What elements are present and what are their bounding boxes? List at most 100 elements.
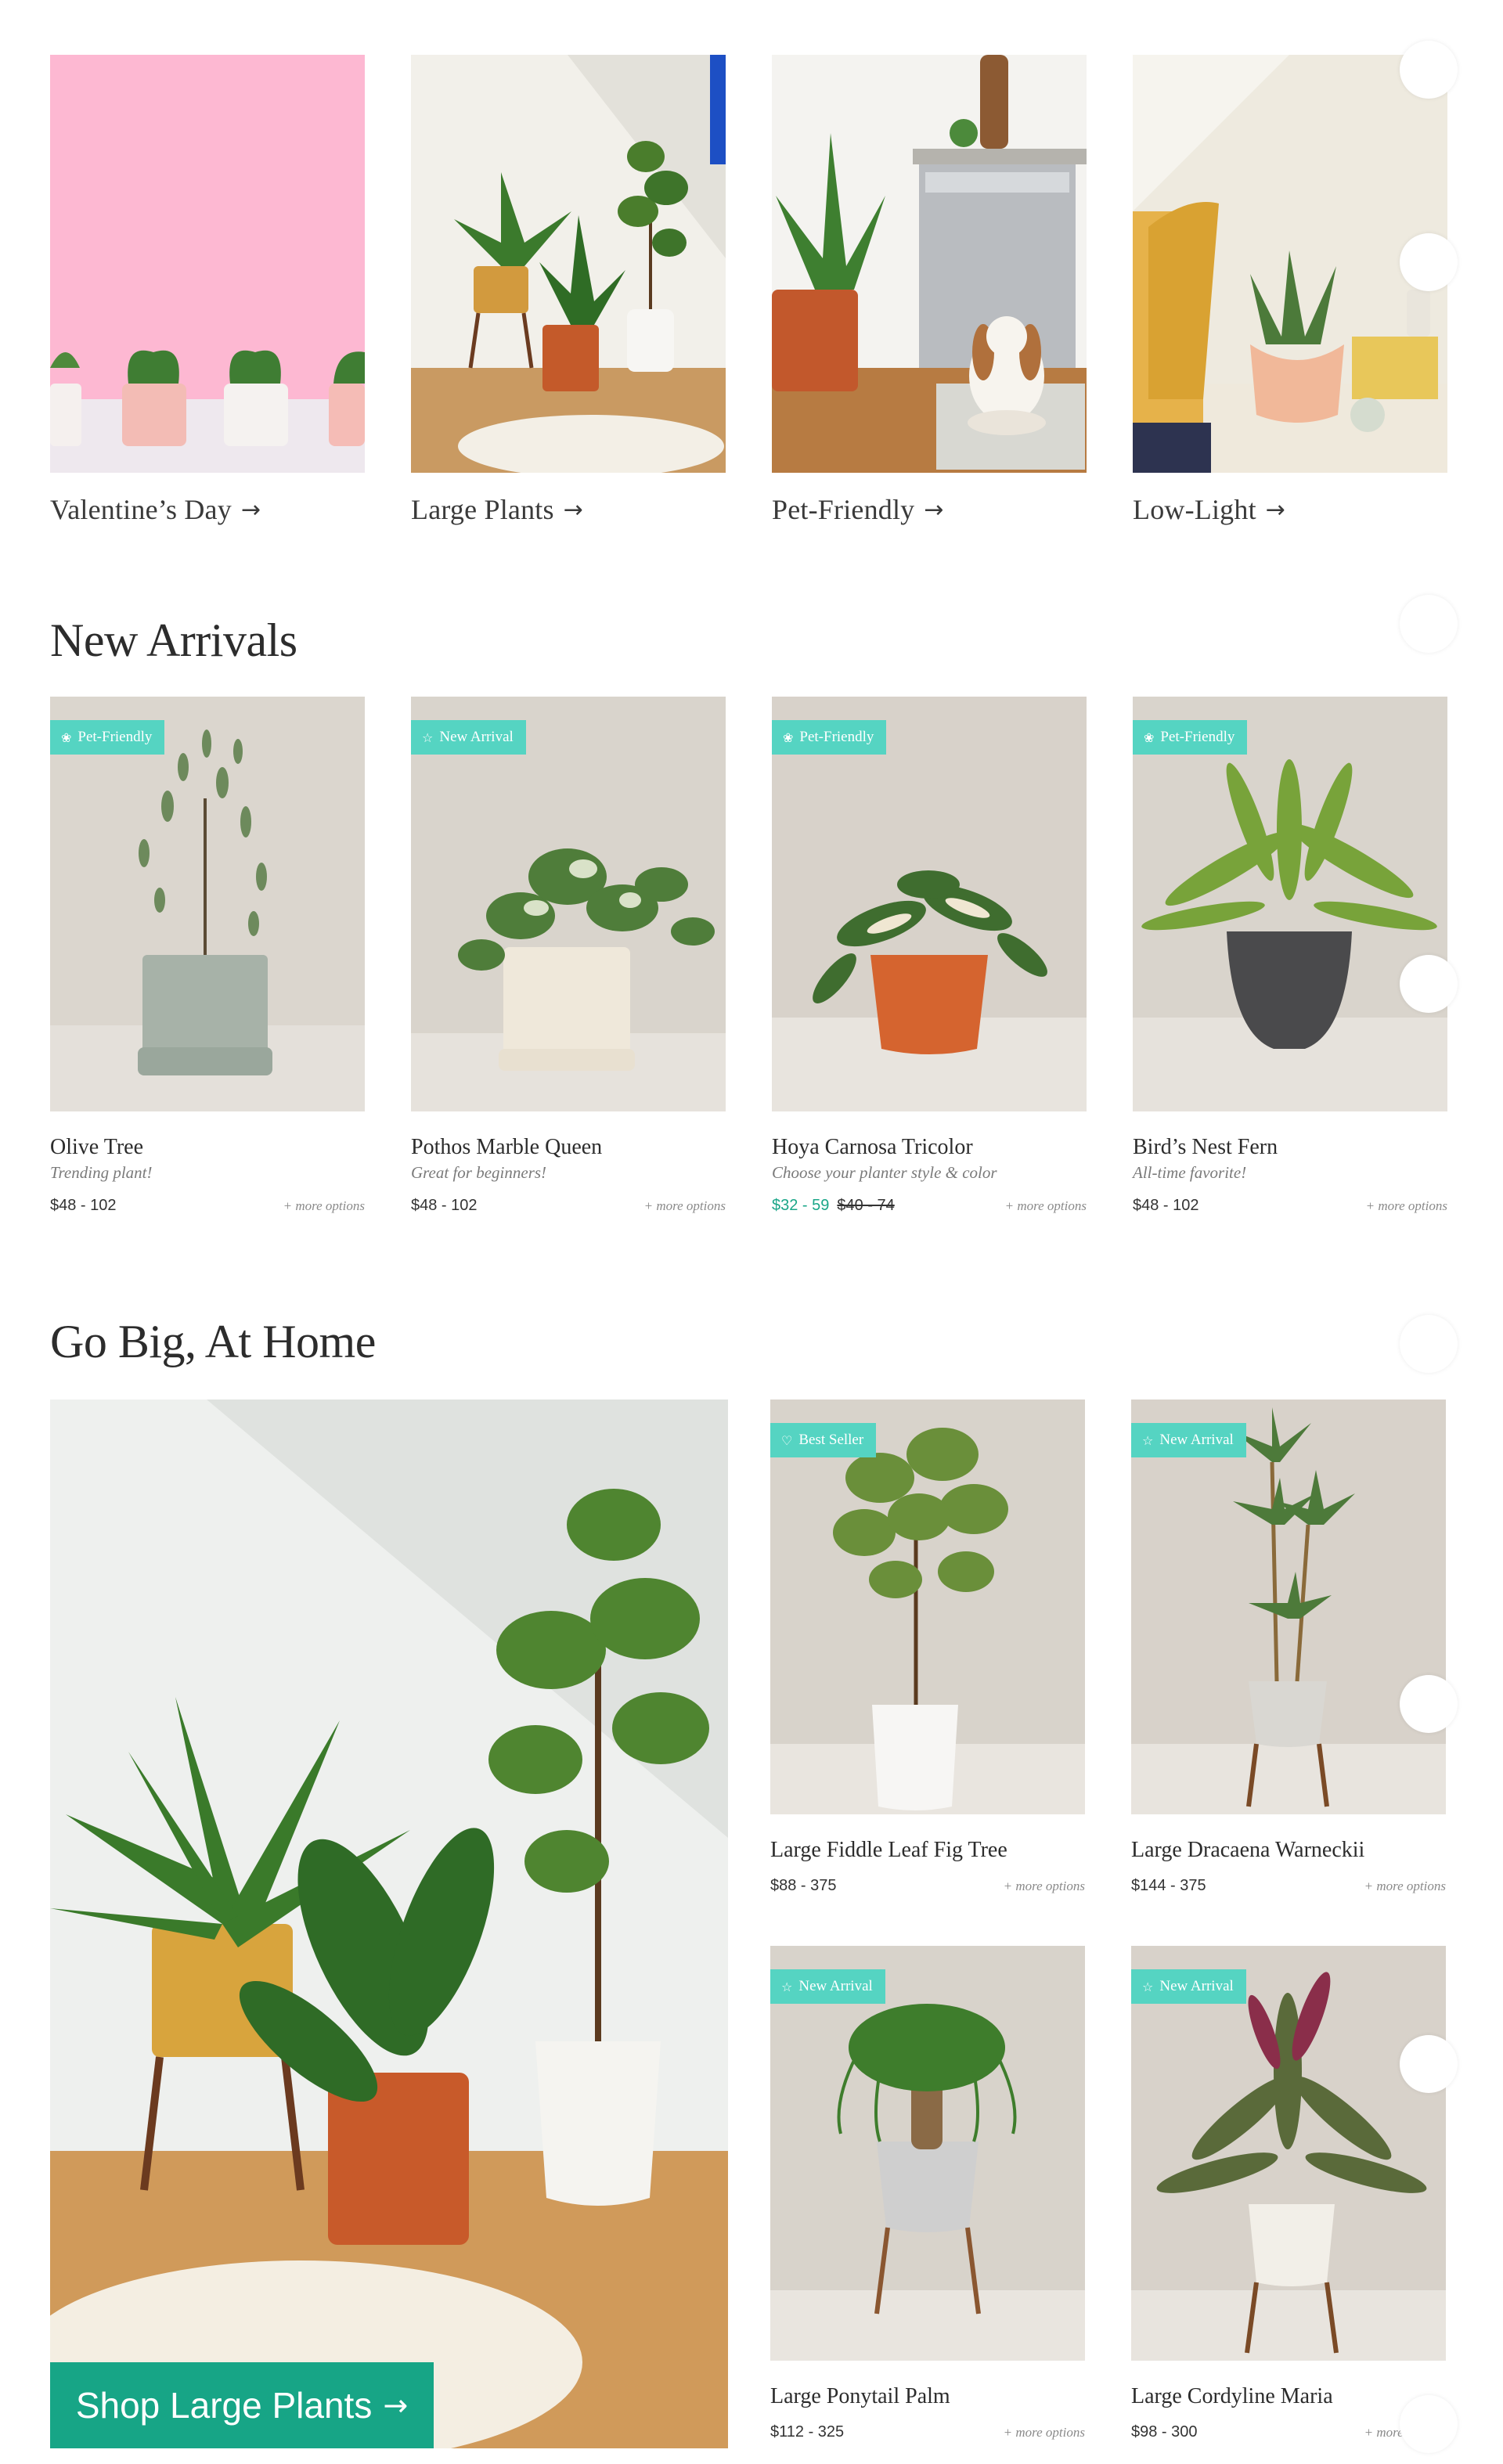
carousel-dot[interactable]: [1400, 2035, 1458, 2093]
carousel-dot[interactable]: [1400, 595, 1458, 653]
badge-new-arrival: ☆ New Arrival: [411, 720, 526, 755]
product-footer: $48 - 102 + more options: [1133, 1197, 1447, 1215]
carousel-dot[interactable]: [1400, 233, 1458, 291]
product-price: $112 - 325: [770, 2423, 845, 2441]
product-image: ☆ New Arrival: [770, 1946, 1085, 2361]
product-price: $48 - 102: [1133, 1197, 1199, 1214]
shop-large-plants-button[interactable]: Shop Large Plants →: [50, 2362, 434, 2448]
category-label: Pet-Friendly →: [772, 493, 1087, 526]
badge-label: New Arrival: [1159, 1978, 1234, 1994]
star-icon: ☆: [1142, 1432, 1154, 1448]
product-price: $48 - 102: [50, 1197, 117, 1214]
category-label: Low-Light →: [1133, 493, 1447, 526]
badge-label: New Arrival: [439, 729, 514, 745]
category-valentines-day[interactable]: Valentine’s Day →: [50, 55, 365, 526]
valentines-day-image: [50, 55, 365, 473]
product-image: ❀ Pet-Friendly: [772, 697, 1087, 1111]
paw-icon: ❀: [1144, 729, 1155, 745]
product-card-large-dracaena-warneckii[interactable]: ☆ New Arrival Large Dracaena Warneckii $…: [1131, 1400, 1446, 1895]
product-name[interactable]: Hoya Carnosa Tricolor: [772, 1135, 1087, 1160]
product-footer: $48 - 102 + more options: [411, 1197, 726, 1215]
badge-label: New Arrival: [798, 1978, 873, 1994]
more-options-link[interactable]: + more options: [283, 1198, 365, 1214]
large-plants-image: [411, 55, 726, 473]
badge-new-arrival: ☆ New Arrival: [1131, 1969, 1246, 2004]
more-options-link[interactable]: + more options: [1005, 1198, 1087, 1214]
product-card-large-cordyline-maria[interactable]: ☆ New Arrival Large Cordyline Maria $98 …: [1131, 1946, 1446, 2441]
product-name[interactable]: Large Cordyline Maria: [1131, 2384, 1446, 2409]
product-card-hoya-carnosa-tricolor[interactable]: ❀ Pet-Friendly Hoya Carnosa Tricolor Cho…: [772, 697, 1087, 1215]
badge-label: New Arrival: [1159, 1432, 1234, 1448]
category-label: Large Plants →: [411, 493, 726, 526]
category-pet-friendly[interactable]: Pet-Friendly →: [772, 55, 1087, 526]
product-card-olive-tree[interactable]: ❀ Pet-Friendly Olive Tree Trending plant…: [50, 697, 365, 1215]
arrow-right-icon: →: [1265, 495, 1286, 524]
badge-pet-friendly: ❀ Pet-Friendly: [50, 720, 165, 755]
badge-new-arrival: ☆ New Arrival: [1131, 1423, 1246, 1457]
more-options-link[interactable]: + more options: [1364, 1879, 1446, 1894]
product-name[interactable]: Olive Tree: [50, 1135, 365, 1160]
carousel-dot[interactable]: [1400, 1315, 1458, 1373]
pet-friendly-image: [772, 55, 1087, 473]
product-price: $48 - 102: [411, 1197, 478, 1214]
product-card-pothos-marble-queen[interactable]: ☆ New Arrival Pothos Marble Queen Great …: [411, 697, 726, 1215]
product-footer: $98 - 300 + more options: [1131, 2423, 1446, 2441]
product-image: ❀ Pet-Friendly: [50, 697, 365, 1111]
category-label: Valentine’s Day →: [50, 493, 365, 526]
arrow-right-icon: →: [240, 495, 261, 524]
product-name[interactable]: Large Dracaena Warneckii: [1131, 1838, 1446, 1863]
badge-label: Pet-Friendly: [77, 729, 153, 745]
badge-label: Pet-Friendly: [1160, 729, 1235, 745]
product-subtitle: Trending plant!: [50, 1163, 153, 1182]
arrow-right-icon: →: [563, 495, 584, 524]
more-options-link[interactable]: + more options: [1004, 1879, 1085, 1894]
large-plants-hero[interactable]: Shop Large Plants →: [50, 1400, 728, 2448]
category-label-text: Pet-Friendly: [772, 494, 915, 525]
more-options-link[interactable]: + more options: [1004, 2425, 1085, 2441]
badge-new-arrival: ☆ New Arrival: [770, 1969, 885, 2004]
more-options-link[interactable]: + more options: [1366, 1198, 1447, 1214]
product-image: ♡ Best Seller: [770, 1400, 1085, 1814]
product-name[interactable]: Pothos Marble Queen: [411, 1135, 726, 1160]
product-image: ☆ New Arrival: [411, 697, 726, 1111]
star-icon: ☆: [781, 1979, 793, 1994]
category-large-plants[interactable]: Large Plants →: [411, 55, 726, 526]
product-price: $144 - 375: [1131, 1877, 1206, 1894]
product-image: ☆ New Arrival: [1131, 1400, 1446, 1814]
large-plants-hero-image: [50, 1400, 728, 2448]
carousel-dot[interactable]: [1400, 2395, 1458, 2453]
product-subtitle: Choose your planter style & color: [772, 1163, 997, 1182]
product-subtitle: All-time favorite!: [1133, 1163, 1247, 1182]
product-image: ❀ Pet-Friendly: [1133, 697, 1447, 1111]
product-footer: $144 - 375 + more options: [1131, 1877, 1446, 1895]
badge-best-seller: ♡ Best Seller: [770, 1423, 877, 1457]
shop-large-plants-label: Shop Large Plants: [75, 2385, 373, 2426]
star-icon: ☆: [422, 729, 434, 745]
category-label-text: Low-Light: [1133, 494, 1256, 525]
product-footer: $48 - 102 + more options: [50, 1197, 365, 1215]
category-low-light[interactable]: Low-Light →: [1133, 55, 1447, 526]
product-name[interactable]: Large Fiddle Leaf Fig Tree: [770, 1838, 1085, 1863]
product-card-large-ponytail-palm[interactable]: ☆ New Arrival Large Ponytail Palm $112 -…: [770, 1946, 1085, 2441]
product-name[interactable]: Bird’s Nest Fern: [1133, 1135, 1447, 1160]
badge-pet-friendly: ❀ Pet-Friendly: [772, 720, 887, 755]
more-options-link[interactable]: + more options: [644, 1198, 726, 1214]
go-big-title: Go Big, At Home: [50, 1316, 376, 1367]
new-arrivals-title: New Arrivals: [50, 614, 297, 666]
product-card-birds-nest-fern[interactable]: ❀ Pet-Friendly Bird’s Nest Fern All-time…: [1133, 697, 1447, 1215]
product-sale-price: $32 - 59: [772, 1197, 830, 1214]
paw-icon: ❀: [61, 729, 72, 745]
heart-icon: ♡: [781, 1432, 793, 1448]
carousel-dot[interactable]: [1400, 955, 1458, 1013]
product-price: $98 - 300: [1131, 2423, 1198, 2441]
carousel-dot[interactable]: [1400, 1675, 1458, 1733]
carousel-dot[interactable]: [1400, 41, 1458, 99]
product-original-price: $40 - 74: [837, 1197, 895, 1214]
product-card-large-fiddle-leaf-fig[interactable]: ♡ Best Seller Large Fiddle Leaf Fig Tree…: [770, 1400, 1085, 1895]
arrow-right-icon: →: [383, 2388, 409, 2423]
badge-label: Pet-Friendly: [799, 729, 874, 745]
category-row: Valentine’s Day → Large Plants → Pet-Fri…: [50, 55, 1448, 540]
product-footer: $32 - 59 $40 - 74 + more options: [772, 1197, 1087, 1215]
product-image: ☆ New Arrival: [1131, 1946, 1446, 2361]
product-name[interactable]: Large Ponytail Palm: [770, 2384, 1085, 2409]
